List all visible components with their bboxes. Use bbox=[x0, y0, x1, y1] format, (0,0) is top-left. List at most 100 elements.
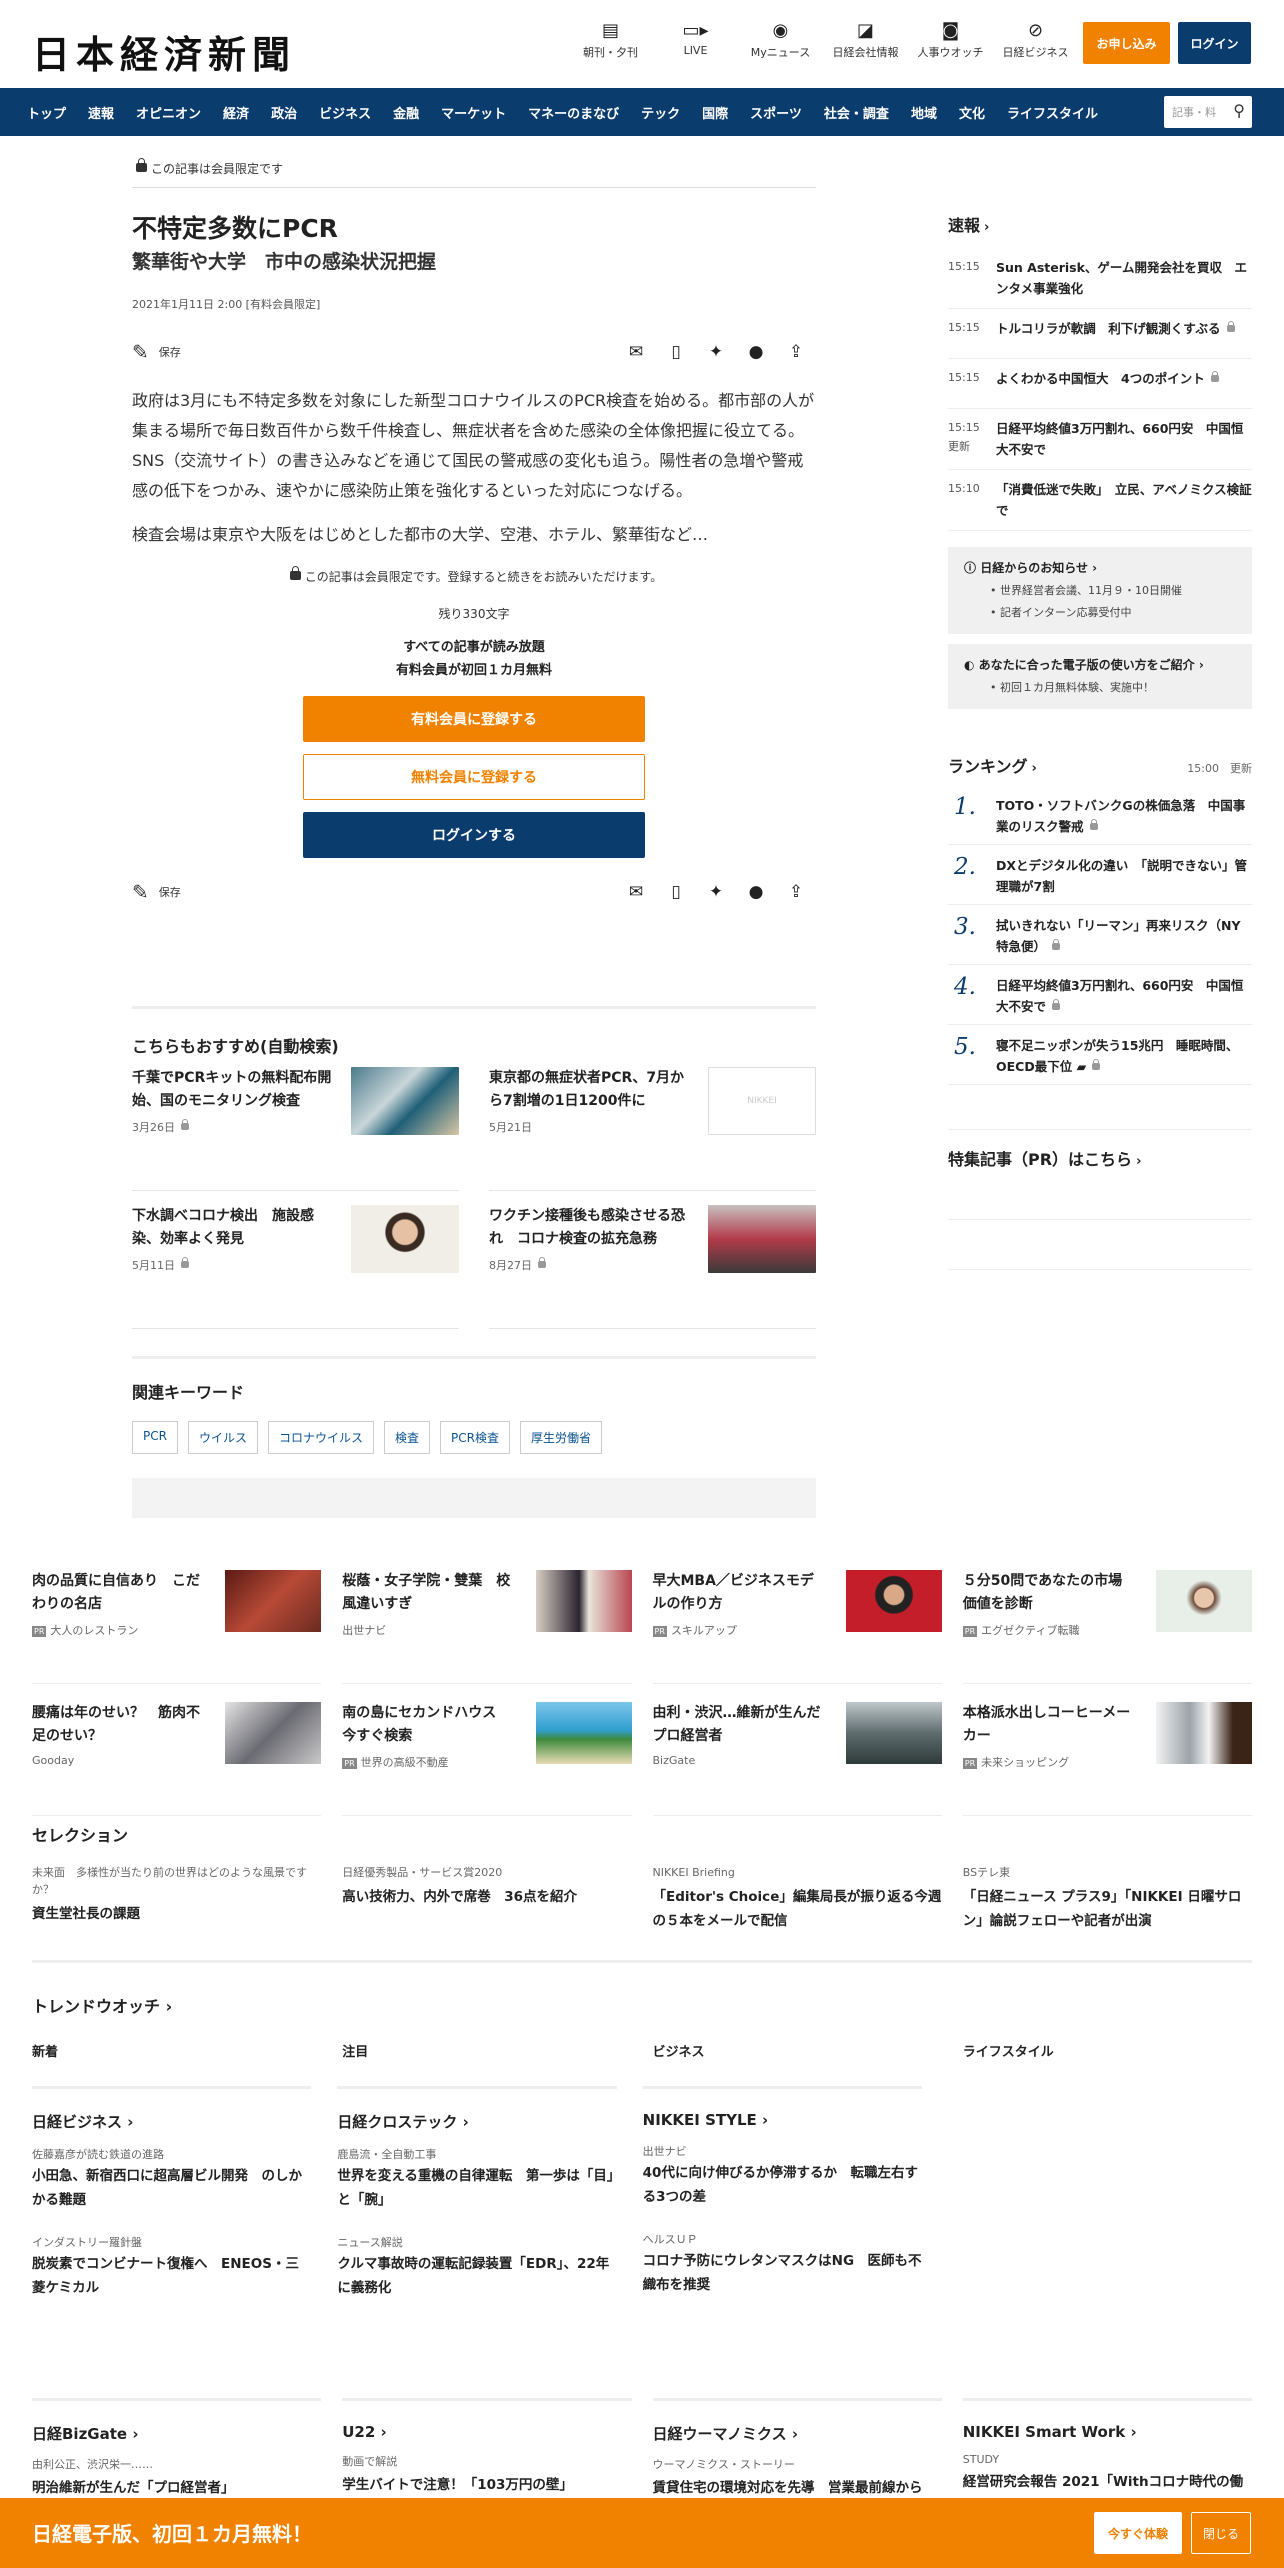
header-link-business[interactable]: ⊘ 日経ビジネス bbox=[993, 20, 1078, 60]
notice-item[interactable]: • 記者インターン応募受付中 bbox=[964, 604, 1236, 620]
media-heading[interactable]: 日経BizGate › bbox=[32, 2423, 321, 2444]
nav-item[interactable]: 国際 bbox=[691, 103, 739, 122]
header-link-paper[interactable]: ▤ 朝刊・夕刊 bbox=[568, 20, 653, 60]
media-item[interactable]: ウーマノミクス・ストーリー 賃貸住宅の環境対応を先導 営業最前線から bbox=[653, 2456, 942, 2496]
media-item[interactable]: 鹿島流・全自動工事 世界を変える重機の自律運転 第一歩は「目」と「腕」 bbox=[337, 2146, 616, 2212]
search-input[interactable]: 記事・料 ⚲ bbox=[1164, 96, 1252, 128]
media-heading[interactable]: NIKKEI Smart Work › bbox=[963, 2423, 1252, 2441]
flash-item[interactable]: 15:10 「消費低迷で失敗」 立民、アベノミクス検証で bbox=[948, 470, 1252, 531]
recommended-item[interactable]: 下水調べコロナ検出 施設感染、効率よく発見 5月11日 bbox=[132, 1205, 459, 1329]
header-link-company[interactable]: ◪ 日経会社情報 bbox=[823, 20, 908, 60]
media-item[interactable]: STUDY 経営研究会報告 2021「Withコロナ時代の働 bbox=[963, 2453, 1252, 2490]
nav-item[interactable]: トップ bbox=[16, 103, 77, 122]
pr-heading[interactable]: 特集記事（PR）はこちら › bbox=[948, 1146, 1252, 1170]
ranking-item[interactable]: 2. DXとデジタル化の違い 「説明できない」管理職が7割 bbox=[948, 845, 1252, 905]
media-heading[interactable]: NIKKEI STYLE › bbox=[643, 2111, 922, 2129]
trend-column-featured[interactable]: 注目 bbox=[342, 2041, 631, 2060]
keyword-tag[interactable]: ウイルス bbox=[187, 1421, 258, 1454]
selection-item[interactable]: BSテレ東 「日経ニュース プラス9」「NIKKEI 日曜サロン」論説フェローや記… bbox=[963, 1864, 1252, 1933]
note-icon[interactable]: ▯ bbox=[656, 882, 696, 902]
register-free-button[interactable]: 無料会員に登録する bbox=[303, 754, 645, 800]
recommended-item[interactable]: 東京都の無症状者PCR、7月から7割増の1日1200件に 5月21日 NIKKEI bbox=[489, 1067, 816, 1191]
ad-item[interactable]: 腰痛は年のせい？ 筋肉不足のせい？ Gooday bbox=[32, 1702, 322, 1816]
nav-item[interactable]: 経済 bbox=[212, 103, 260, 122]
header-link-live[interactable]: ▭▸ LIVE bbox=[653, 20, 738, 60]
mail-icon[interactable]: ✉ bbox=[616, 342, 656, 362]
media-item[interactable]: 動画で解説 学生バイトで注意！「103万円の壁」 bbox=[342, 2453, 631, 2493]
share-icon[interactable]: ⇪ bbox=[776, 342, 816, 362]
header-link-personnel[interactable]: ◙ 人事ウオッチ bbox=[908, 20, 993, 60]
ranking-item[interactable]: 3. 拭いきれない「リーマン」再来リスク（NY特急便） bbox=[948, 905, 1252, 965]
media-item[interactable]: インダストリー羅針盤 脱炭素でコンビナート復権へ ENEOS・三菱ケミカル bbox=[32, 2234, 311, 2300]
selection-item[interactable]: NIKKEI Briefing 「Editor's Choice」編集局長が振り返… bbox=[653, 1864, 942, 1933]
flash-item[interactable]: 15:15 Sun Asterisk、ゲーム開発会社を買収 エンタメ事業強化 bbox=[948, 248, 1252, 309]
trend-column-business[interactable]: ビジネス bbox=[653, 2041, 942, 2060]
selection-item[interactable]: 日経優秀製品・サービス賞2020 高い技術力、内外で席巻 36点を紹介 bbox=[342, 1864, 631, 1933]
guide-item[interactable]: • 初回１カ月無料体験、実施中！ bbox=[964, 679, 1236, 695]
recommended-item[interactable]: ワクチン接種後も感染させる恐れ コロナ検査の拡充急務 8月27日 bbox=[489, 1205, 816, 1329]
nav-item[interactable]: ビジネス bbox=[308, 103, 382, 122]
mail-icon[interactable]: ✉ bbox=[616, 882, 656, 902]
ranking-heading[interactable]: ランキング › bbox=[948, 753, 1037, 777]
keyword-tag[interactable]: 厚生労働省 bbox=[519, 1421, 602, 1454]
media-item[interactable]: 出世ナビ 40代に向け伸びるか停滞するか 転職左右する3つの差 bbox=[643, 2143, 922, 2209]
nav-item[interactable]: マネーのまなび bbox=[517, 103, 630, 122]
flash-heading[interactable]: 速報 › bbox=[948, 212, 1252, 236]
nav-item[interactable]: 文化 bbox=[948, 103, 996, 122]
media-item[interactable]: 由利公正、渋沢栄一…… 明治維新が生んだ「プロ経営者」 bbox=[32, 2456, 321, 2496]
keyword-tag[interactable]: 検査 bbox=[383, 1421, 430, 1454]
notice-item[interactable]: • 世界経営者会議、11月９・10日開催 bbox=[964, 582, 1236, 598]
ranking-item[interactable]: 1. TOTO・ソフトバンクGの株価急落 中国事業のリスク警戒 bbox=[948, 785, 1252, 845]
guide-heading[interactable]: ◐ あなたに合った電子版の使い方をご紹介 › bbox=[964, 656, 1236, 673]
share-icon[interactable]: ⇪ bbox=[776, 882, 816, 902]
close-banner-button[interactable]: 閉じる bbox=[1191, 2512, 1251, 2554]
selection-item[interactable]: 未来面 多様性が当たり前の世界はどのような風景ですか？ 資生堂社長の課題 bbox=[32, 1864, 321, 1933]
media-heading[interactable]: 日経クロステック › bbox=[337, 2111, 616, 2132]
facebook-icon[interactable]: ● bbox=[736, 342, 776, 362]
nav-item[interactable]: ライフスタイル bbox=[996, 103, 1109, 122]
nav-item[interactable]: 金融 bbox=[382, 103, 430, 122]
recommended-item[interactable]: 千葉でPCRキットの無料配布開始、国のモニタリング検査 3月26日 bbox=[132, 1067, 459, 1191]
flash-item[interactable]: 15:15 よくわかる中国恒大 4つのポイント bbox=[948, 359, 1252, 409]
ad-item[interactable]: 桜蔭・女子学院・雙葉 校風違いすぎ 出世ナビ bbox=[342, 1570, 632, 1684]
media-item[interactable]: ニュース解説 クルマ事故時の運転記録装置「EDR」、22年に義務化 bbox=[337, 2234, 616, 2300]
ad-item[interactable]: 由利・渋沢…維新が生んだプロ経営者 BizGate bbox=[652, 1702, 942, 1816]
nav-item[interactable]: 速報 bbox=[77, 103, 125, 122]
nav-item[interactable]: マーケット bbox=[430, 103, 517, 122]
try-now-button[interactable]: 今すぐ体験 bbox=[1094, 2512, 1182, 2554]
search-icon[interactable]: ⚲ bbox=[1233, 101, 1245, 120]
ranking-item[interactable]: 5. 寝不足ニッポンが失う15兆円 睡眠時間、OECD最下位 ▰ bbox=[948, 1025, 1252, 1085]
nav-item[interactable]: 地域 bbox=[900, 103, 948, 122]
ad-item[interactable]: 早大MBA／ビジネスモデルの作り方 PR スキルアップ bbox=[652, 1570, 942, 1684]
trend-column-lifestyle[interactable]: ライフスタイル bbox=[963, 2041, 1252, 2060]
ad-item[interactable]: 本格派水出しコーヒーメーカー PR 未来ショッピング bbox=[962, 1702, 1252, 1816]
header-link-mynews[interactable]: ◉ Myニュース bbox=[738, 20, 823, 60]
flash-item[interactable]: 15:15 更新 日経平均終値3万円割れ、660円安 中国恒大不安で bbox=[948, 409, 1252, 470]
ranking-item[interactable]: 4. 日経平均終値3万円割れ、660円安 中国恒大不安で bbox=[948, 965, 1252, 1025]
keyword-tag[interactable]: PCR bbox=[132, 1421, 178, 1454]
twitter-icon[interactable]: ✦ bbox=[696, 882, 736, 902]
notice-heading[interactable]: ⓘ 日経からのお知らせ › bbox=[964, 559, 1236, 576]
media-heading[interactable]: U22 › bbox=[342, 2423, 631, 2441]
nikkei-logo[interactable]: 日本経済新聞 bbox=[32, 24, 296, 79]
media-item[interactable]: 佐藤嘉彦が読む鉄道の進路 小田急、新宿西口に超高層ビル開発 のしかかる難題 bbox=[32, 2146, 311, 2212]
note-icon[interactable]: ▯ bbox=[656, 342, 696, 362]
ad-item[interactable]: 肉の品質に自信あり こだわりの名店 PR 大人のレストラン bbox=[32, 1570, 322, 1684]
nav-item[interactable]: 政治 bbox=[260, 103, 308, 122]
register-paid-button[interactable]: 有料会員に登録する bbox=[303, 696, 645, 742]
save-button[interactable]: ✎ 保存 bbox=[132, 880, 181, 904]
media-heading[interactable]: 日経ビジネス › bbox=[32, 2111, 311, 2132]
facebook-icon[interactable]: ● bbox=[736, 882, 776, 902]
login-button[interactable]: ログイン bbox=[1178, 22, 1251, 64]
twitter-icon[interactable]: ✦ bbox=[696, 342, 736, 362]
nav-item[interactable]: 社会・調査 bbox=[813, 103, 900, 122]
ad-item[interactable]: 南の島にセカンドハウス 今すぐ検索 PR 世界の高級不動産 bbox=[342, 1702, 632, 1816]
nav-item[interactable]: スポーツ bbox=[739, 103, 813, 122]
flash-item[interactable]: 15:15 トルコリラが軟調 利下げ観測くすぶる bbox=[948, 309, 1252, 359]
keyword-tag[interactable]: コロナウイルス bbox=[267, 1421, 374, 1454]
ad-item[interactable]: ５分50問であなたの市場価値を診断 PR エグゼクティブ転職 bbox=[962, 1570, 1252, 1684]
nav-item[interactable]: オピニオン bbox=[125, 103, 212, 122]
keyword-tag[interactable]: PCR検査 bbox=[440, 1421, 510, 1454]
trend-column-new[interactable]: 新着 bbox=[32, 2041, 321, 2060]
login-article-button[interactable]: ログインする bbox=[303, 812, 645, 858]
